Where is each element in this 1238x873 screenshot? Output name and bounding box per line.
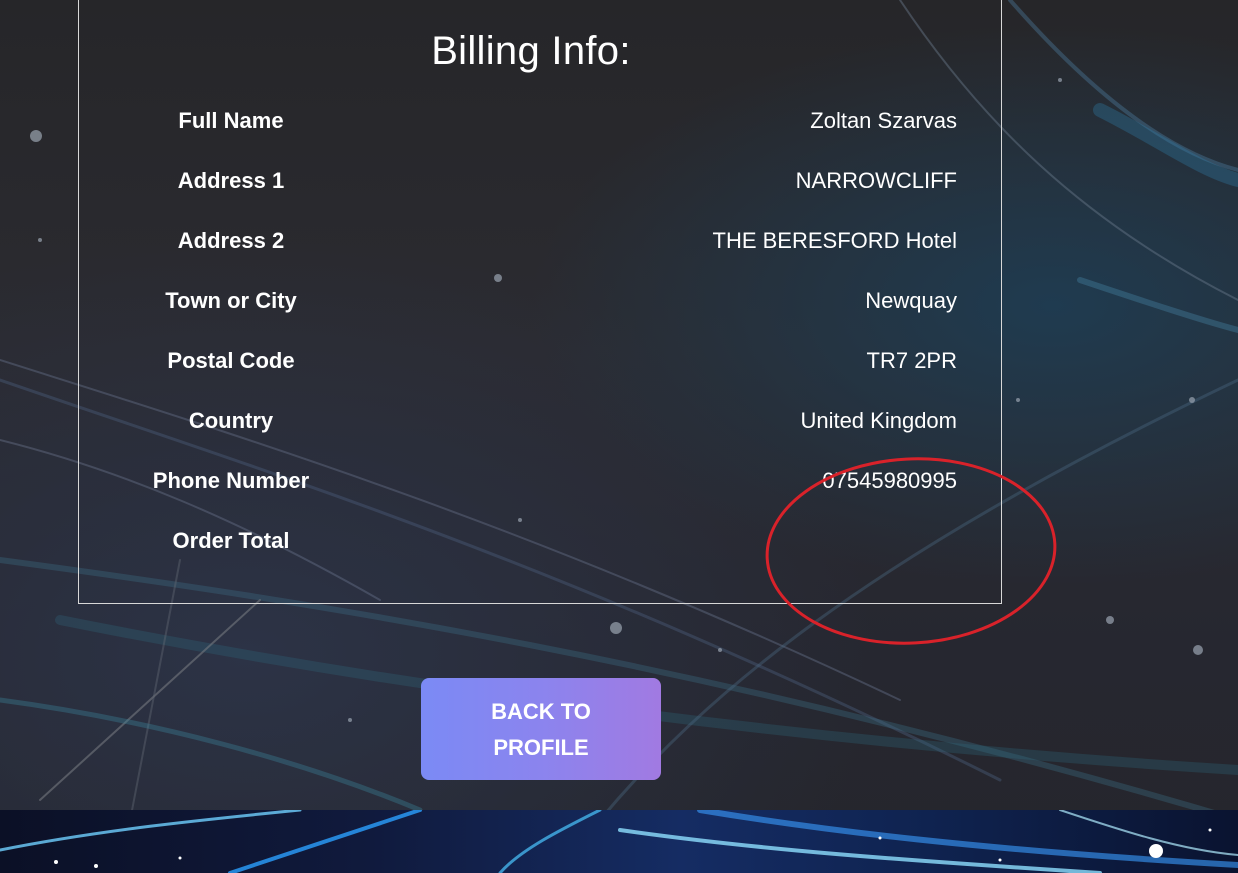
address-1-value: NARROWCLIFF [795, 168, 957, 193]
country-label: Country [188, 408, 274, 433]
footer-streaks [0, 810, 1238, 873]
full-name-label: Full Name [178, 108, 284, 133]
address-2-label: Address 2 [177, 228, 285, 253]
billing-row-full-name: Full Name Zoltan Szarvas [79, 100, 1001, 140]
billing-row-postal-code: Postal Code TR7 2PR [79, 340, 1001, 380]
address-2-value: THE BERESFORD Hotel [712, 228, 958, 253]
billing-row-phone-number: Phone Number 07545980995 [79, 460, 1001, 500]
phone-number-label: Phone Number [152, 468, 310, 493]
footer-artwork [0, 810, 1238, 873]
full-name-value: Zoltan Szarvas [810, 108, 957, 133]
postal-code-label: Postal Code [167, 348, 295, 373]
address-1-label: Address 1 [177, 168, 285, 193]
billing-info-panel: Billing Info: Full Name Zoltan Szarvas A… [78, 0, 1002, 604]
billing-row-country: Country United Kingdom [79, 400, 1001, 440]
postal-code-value: TR7 2PR [866, 348, 957, 373]
billing-row-order-total: Order Total [79, 520, 1001, 560]
town-or-city-value: Newquay [865, 288, 957, 313]
order-total-label: Order Total [172, 528, 290, 553]
billing-row-address-1: Address 1 NARROWCLIFF [79, 160, 1001, 200]
billing-row-address-2: Address 2 THE BERESFORD Hotel [79, 220, 1001, 260]
phone-number-value: 07545980995 [822, 468, 957, 493]
billing-info-title: Billing Info: [431, 29, 631, 73]
town-or-city-label: Town or City [165, 288, 297, 313]
back-to-profile-button[interactable]: BACK TO PROFILE [421, 678, 661, 780]
country-value: United Kingdom [800, 408, 957, 433]
billing-row-town-or-city: Town or City Newquay [79, 280, 1001, 320]
